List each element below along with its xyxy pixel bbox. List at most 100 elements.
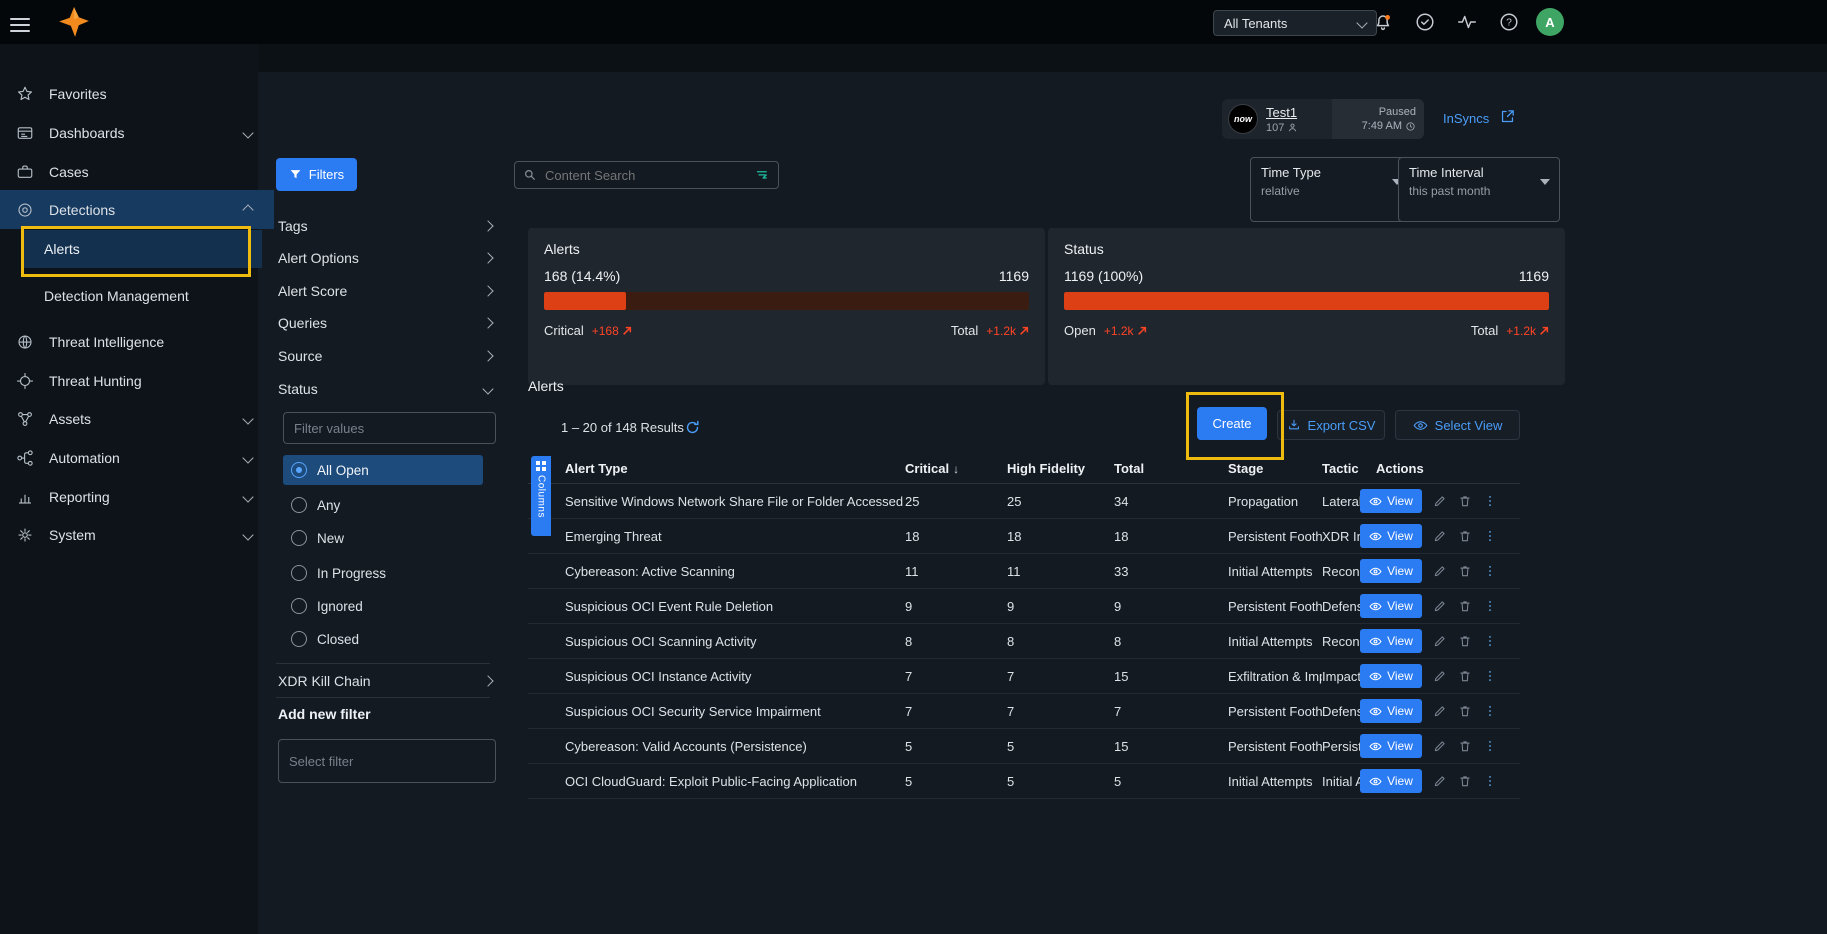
- sync-name-link[interactable]: Test1: [1266, 105, 1332, 120]
- user-avatar[interactable]: A: [1536, 8, 1564, 36]
- table-row[interactable]: Suspicious OCI Security Service Impairme…: [528, 694, 1520, 729]
- delete-icon[interactable]: [1458, 564, 1472, 578]
- delete-icon[interactable]: [1458, 739, 1472, 753]
- select-filter-input[interactable]: [278, 739, 496, 783]
- status-option-closed[interactable]: Closed: [283, 624, 483, 654]
- table-row[interactable]: Emerging Threat 18 18 18 Persistent Foot…: [528, 519, 1520, 554]
- sidebar-item-assets[interactable]: Assets: [0, 399, 274, 438]
- filter-group-source[interactable]: Source: [276, 340, 502, 372]
- time-interval-dropdown[interactable]: Time Interval this past month: [1398, 157, 1560, 222]
- edit-icon[interactable]: [1433, 774, 1447, 788]
- sidebar-item-threat-intelligence[interactable]: Threat Intelligence: [0, 322, 274, 361]
- view-button[interactable]: View: [1360, 559, 1422, 583]
- sidebar-item-system[interactable]: System: [0, 515, 274, 554]
- sidebar-item-threat-hunting[interactable]: Threat Hunting: [0, 361, 274, 400]
- tenant-selector[interactable]: All Tenants: [1213, 10, 1377, 36]
- filter-group-queries[interactable]: Queries: [276, 307, 502, 339]
- more-actions-icon[interactable]: [1483, 599, 1497, 613]
- sidebar-item-automation[interactable]: Automation: [0, 438, 274, 477]
- view-button[interactable]: View: [1360, 594, 1422, 618]
- delete-icon[interactable]: [1458, 669, 1472, 683]
- query-builder-icon[interactable]: [755, 168, 770, 183]
- view-button[interactable]: View: [1360, 629, 1422, 653]
- header-stage[interactable]: Stage: [1228, 461, 1322, 476]
- sidebar-item-favorites[interactable]: Favorites: [0, 74, 274, 113]
- delete-icon[interactable]: [1458, 774, 1472, 788]
- sidebar-item-cases[interactable]: Cases: [0, 152, 274, 191]
- brand-logo-icon[interactable]: [57, 5, 91, 39]
- view-button[interactable]: View: [1360, 664, 1422, 688]
- delete-icon[interactable]: [1458, 529, 1472, 543]
- table-row[interactable]: Cybereason: Active Scanning 11 11 33 Ini…: [528, 554, 1520, 589]
- status-option-all-open[interactable]: All Open: [283, 455, 483, 485]
- tasks-check-icon[interactable]: [1412, 9, 1438, 35]
- view-button[interactable]: View: [1360, 524, 1422, 548]
- columns-button[interactable]: Columns: [531, 456, 551, 536]
- content-search-input[interactable]: [543, 167, 749, 184]
- status-option-ignored[interactable]: Ignored: [283, 591, 483, 621]
- external-link-icon[interactable]: [1499, 108, 1516, 130]
- header-critical[interactable]: Critical↓: [905, 461, 1007, 476]
- select-view-button[interactable]: Select View: [1395, 410, 1520, 440]
- delete-icon[interactable]: [1458, 704, 1472, 718]
- help-icon[interactable]: ?: [1496, 9, 1522, 35]
- header-high-fidelity[interactable]: High Fidelity: [1007, 461, 1114, 476]
- activity-pulse-icon[interactable]: [1454, 9, 1480, 35]
- filter-group-tags[interactable]: Tags: [276, 210, 502, 242]
- filter-group-status[interactable]: Status: [276, 373, 502, 405]
- status-option-new[interactable]: New: [283, 523, 483, 553]
- table-row[interactable]: OCI CloudGuard: Exploit Public-Facing Ap…: [528, 764, 1520, 799]
- more-actions-icon[interactable]: [1483, 529, 1497, 543]
- status-option-in-progress[interactable]: In Progress: [283, 558, 483, 588]
- edit-icon[interactable]: [1433, 494, 1447, 508]
- more-actions-icon[interactable]: [1483, 494, 1497, 508]
- sidebar-item-detections[interactable]: Detections: [0, 190, 274, 229]
- filter-group-alert-options[interactable]: Alert Options: [276, 242, 502, 274]
- insyncs-link[interactable]: InSyncs: [1443, 111, 1489, 126]
- table-row[interactable]: Cybereason: Valid Accounts (Persistence)…: [528, 729, 1520, 764]
- more-actions-icon[interactable]: [1483, 704, 1497, 718]
- more-actions-icon[interactable]: [1483, 564, 1497, 578]
- export-csv-button[interactable]: Export CSV: [1277, 410, 1385, 440]
- view-button[interactable]: View: [1360, 489, 1422, 513]
- filter-group-xdr-kill-chain[interactable]: XDR Kill Chain: [276, 665, 502, 697]
- notifications-bell-icon[interactable]: [1370, 9, 1396, 35]
- sidebar-item-dashboards[interactable]: Dashboards: [0, 113, 274, 152]
- delete-icon[interactable]: [1458, 599, 1472, 613]
- edit-icon[interactable]: [1433, 704, 1447, 718]
- time-type-dropdown[interactable]: Time Type relative: [1250, 157, 1412, 222]
- table-row[interactable]: Suspicious OCI Scanning Activity 8 8 8 I…: [528, 624, 1520, 659]
- edit-icon[interactable]: [1433, 669, 1447, 683]
- delete-icon[interactable]: [1458, 494, 1472, 508]
- filters-button[interactable]: Filters: [276, 158, 357, 191]
- status-option-any[interactable]: Any: [283, 490, 483, 520]
- edit-icon[interactable]: [1433, 599, 1447, 613]
- delete-icon[interactable]: [1458, 634, 1472, 648]
- view-button[interactable]: View: [1360, 769, 1422, 793]
- view-button[interactable]: View: [1360, 699, 1422, 723]
- edit-icon[interactable]: [1433, 739, 1447, 753]
- grid-icon: [536, 461, 546, 471]
- filter-values-input[interactable]: [283, 412, 496, 444]
- sidebar-item-alerts[interactable]: Alerts: [24, 230, 262, 268]
- table-row[interactable]: Sensitive Windows Network Share File or …: [528, 484, 1520, 519]
- table-row[interactable]: Suspicious OCI Event Rule Deletion 9 9 9…: [528, 589, 1520, 624]
- header-total[interactable]: Total: [1114, 461, 1228, 476]
- hamburger-menu-icon[interactable]: [10, 14, 30, 36]
- view-button[interactable]: View: [1360, 734, 1422, 758]
- sidebar-item-reporting[interactable]: Reporting: [0, 477, 274, 516]
- edit-icon[interactable]: [1433, 634, 1447, 648]
- header-tactic[interactable]: Tactic: [1322, 461, 1360, 476]
- edit-icon[interactable]: [1433, 564, 1447, 578]
- header-alert-type[interactable]: Alert Type: [528, 461, 905, 476]
- more-actions-icon[interactable]: [1483, 739, 1497, 753]
- more-actions-icon[interactable]: [1483, 774, 1497, 788]
- filter-group-alert-score[interactable]: Alert Score: [276, 275, 502, 307]
- table-row[interactable]: Suspicious OCI Instance Activity 7 7 15 …: [528, 659, 1520, 694]
- create-button[interactable]: Create: [1197, 407, 1267, 440]
- refresh-icon[interactable]: [684, 419, 701, 436]
- more-actions-icon[interactable]: [1483, 669, 1497, 683]
- sidebar-item-detection-management[interactable]: Detection Management: [0, 276, 302, 315]
- more-actions-icon[interactable]: [1483, 634, 1497, 648]
- edit-icon[interactable]: [1433, 529, 1447, 543]
